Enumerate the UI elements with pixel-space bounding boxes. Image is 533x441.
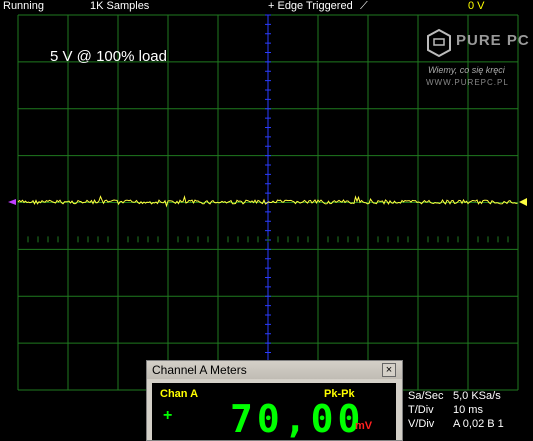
channel-a-meter-window[interactable]: Channel A Meters × Chan A Pk-Pk + 70,00 … [146, 360, 403, 441]
run-status: Running [3, 0, 44, 12]
info-key: V/Div [408, 418, 435, 430]
watermark-url: WWW.PUREPC.PL [426, 78, 509, 87]
trigger-arrow-icon[interactable] [519, 198, 527, 206]
rising-edge-icon: ⟋ [360, 0, 368, 12]
watermark: PURE PC Wiemy, co się kręci WWW.PUREPC.P… [424, 28, 532, 90]
watermark-brand: PURE PC [456, 32, 530, 49]
meter-channel-label: Chan A [160, 388, 199, 400]
watermark-tagline: Wiemy, co się kręci [428, 65, 505, 75]
channel-marker-icon[interactable] [8, 199, 16, 205]
meter-window-title: Channel A Meters [152, 363, 247, 377]
meter-reading: 70,00 [230, 397, 365, 441]
meter-titlebar[interactable]: Channel A Meters × [147, 361, 402, 379]
status-bar: Running 1K Samples + Edge Triggered ⟋ 0 … [0, 0, 533, 14]
info-value: 10 ms [453, 404, 483, 416]
sample-count: 1K Samples [90, 0, 150, 12]
trigger-level: 0 V [468, 0, 485, 12]
meter-sign: + [163, 407, 173, 424]
purepc-logo-icon [427, 28, 451, 58]
info-value: 5,0 KSa/s [453, 390, 501, 402]
info-value: A 0,02 B 1 [453, 418, 504, 430]
info-key: Sa/Sec [408, 390, 444, 402]
meter-unit: mV [355, 420, 373, 432]
overlay-title: 5 V @ 100% load [50, 48, 167, 65]
close-button[interactable]: × [382, 363, 396, 377]
info-key: T/Div [408, 404, 434, 416]
meter-display: Chan A Pk-Pk + 70,00 mV [152, 383, 396, 440]
trigger-mode: + Edge Triggered [268, 0, 353, 12]
